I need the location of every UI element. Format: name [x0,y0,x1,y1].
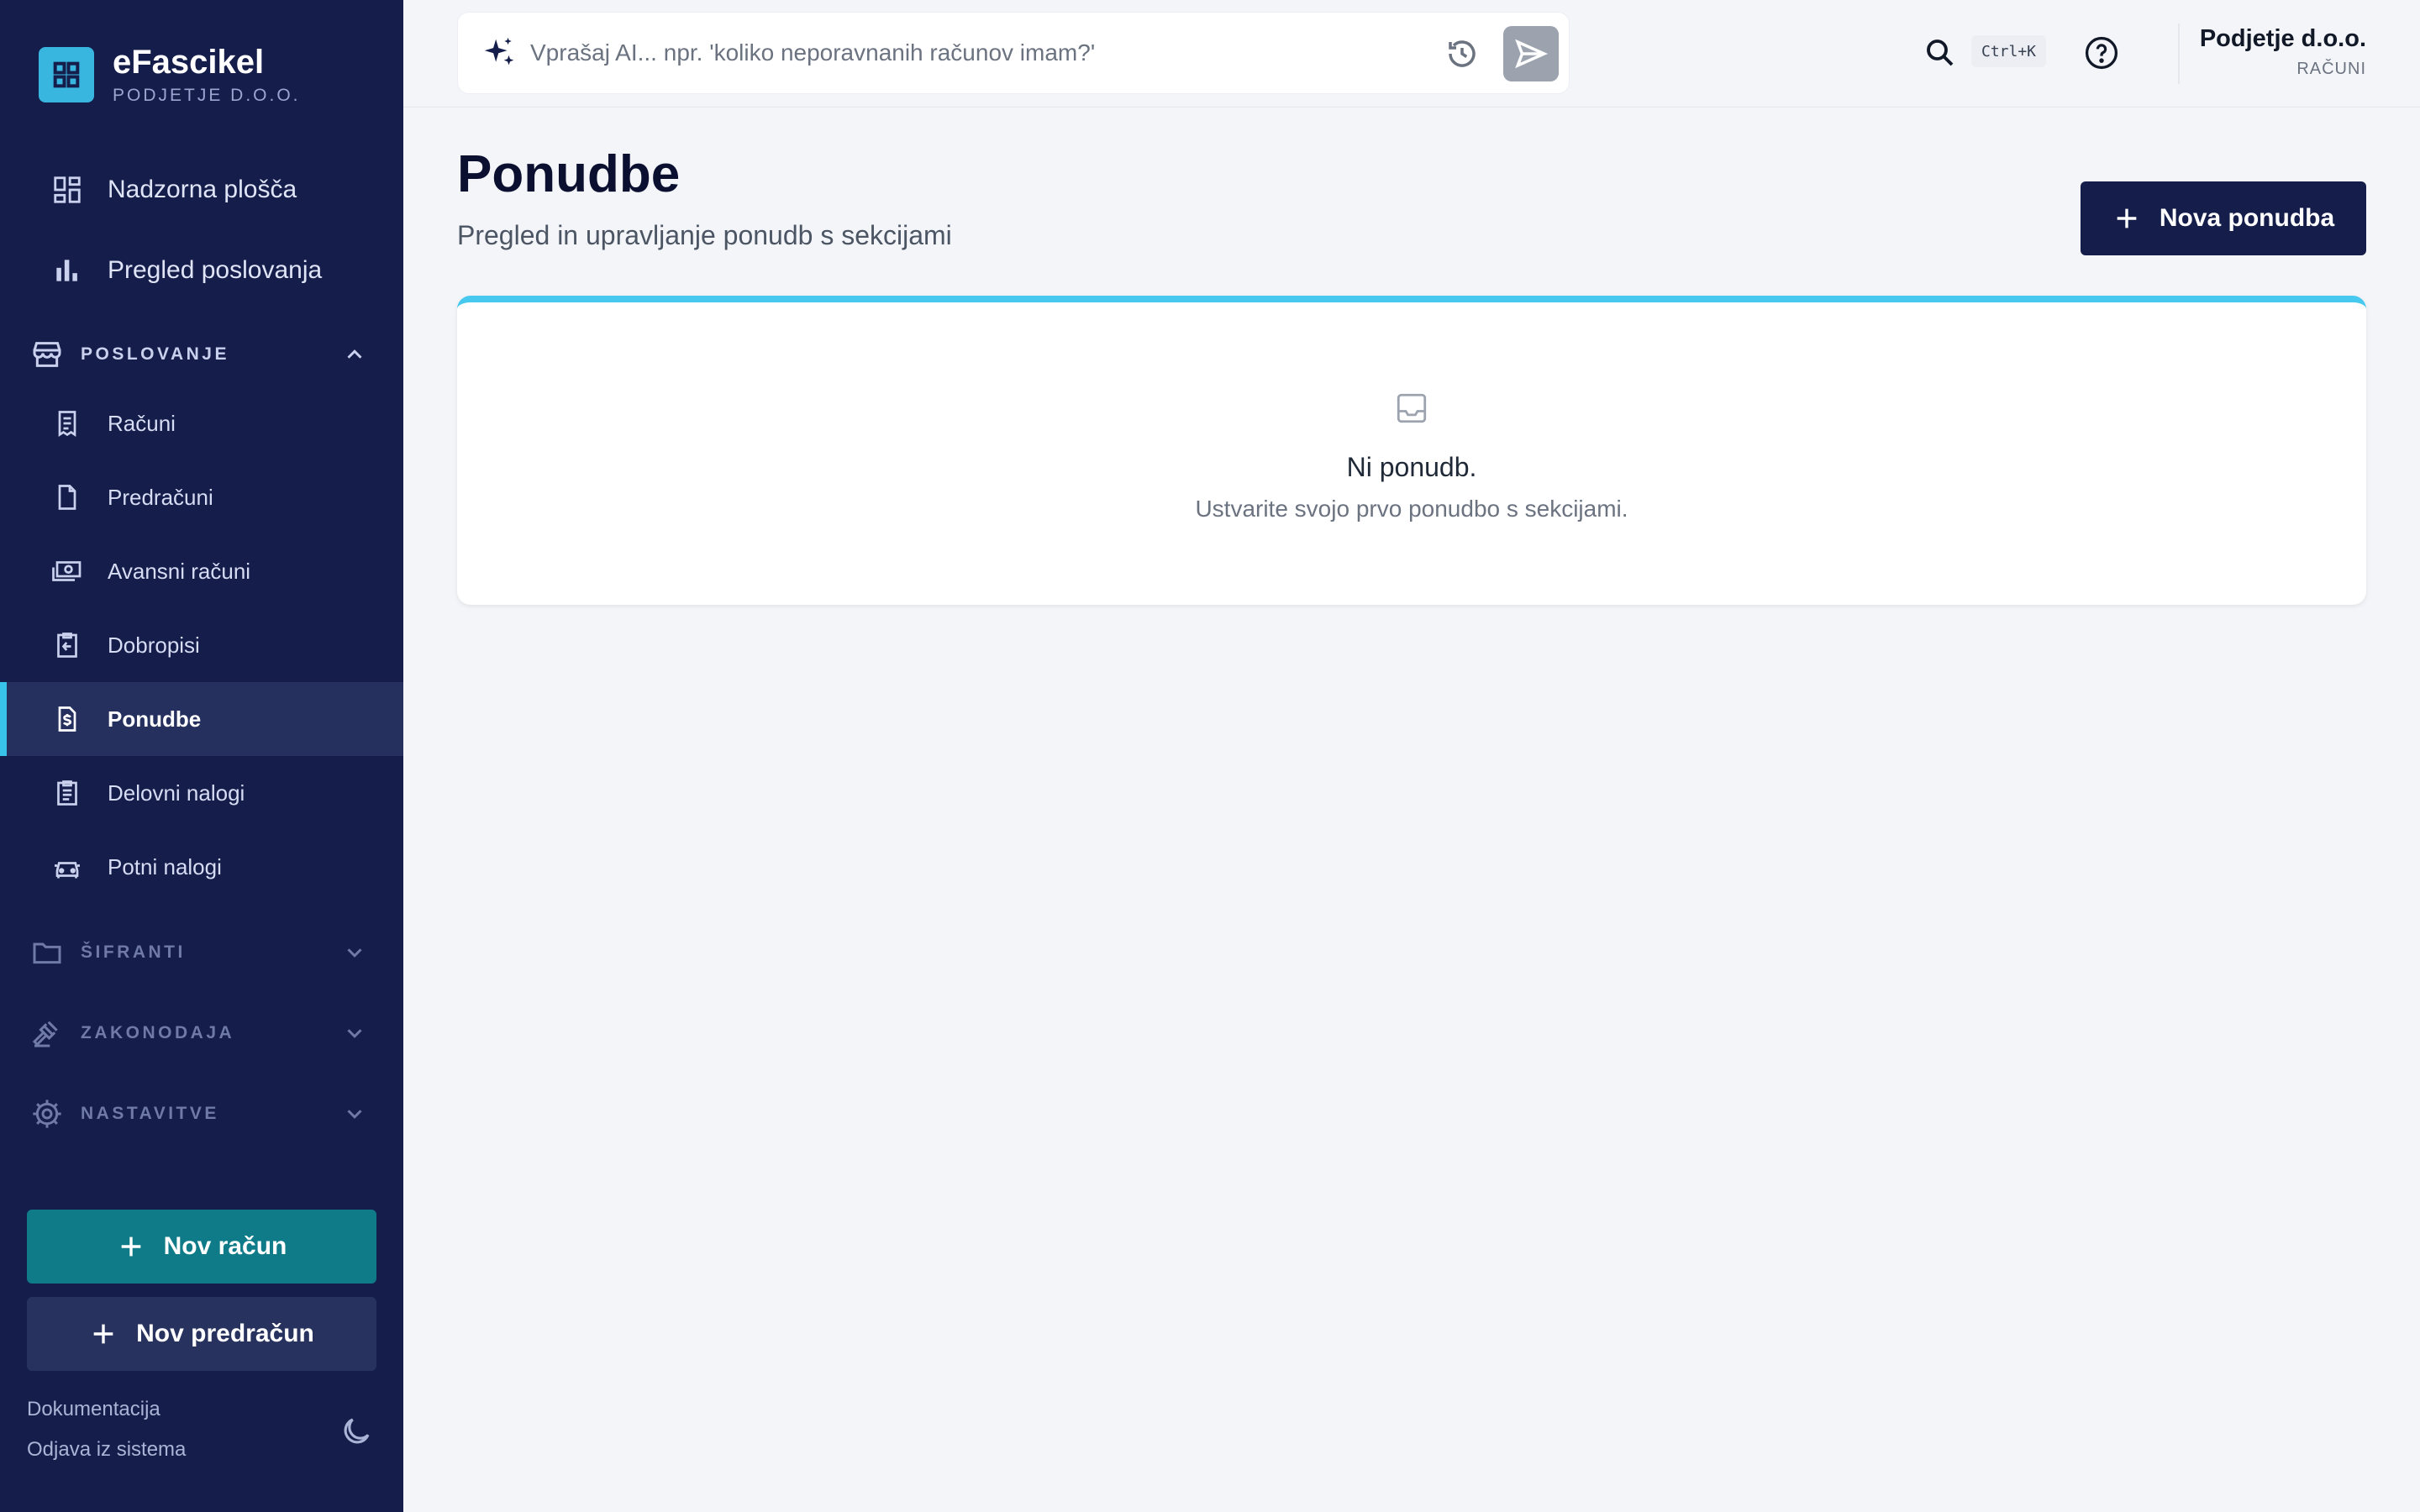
nav-item-dashboard[interactable]: Nadzorna plošča [0,150,403,230]
plus-icon [89,1320,118,1348]
empty-state-card: Ni ponudb. Ustvarite svojo prvo ponudbo … [457,296,2366,605]
history-icon[interactable] [1441,33,1483,75]
clipboard-icon [50,776,84,810]
new-quote-button[interactable]: Nova ponudba [2081,181,2366,255]
logout-link[interactable]: Odjava iz sistema [27,1438,186,1462]
new-invoice-button[interactable]: Nov račun [27,1210,376,1284]
receipt-icon [50,407,84,440]
inbox-icon [1393,390,1430,427]
gavel-icon [29,1015,66,1052]
sidebar-item-dobropisi[interactable]: Dobropisi [0,608,403,682]
sidebar-item-avansni-racuni[interactable]: Avansni računi [0,534,403,608]
sidebar-item-label: Delovni nalogi [108,780,245,806]
section-zakonodaja[interactable]: ZAKONODAJA [0,1010,403,1057]
topbar-divider [2178,24,2180,84]
sidebar-item-predracuni[interactable]: Predračuni [0,460,403,534]
sidebar-item-label: Dobropisi [108,632,200,658]
nav-item-overview[interactable]: Pregled poslovanja [0,230,403,311]
company-section: RAČUNI [2296,60,2366,78]
car-icon [50,850,84,884]
page-subtitle: Pregled in upravljanje ponudb s sekcijam… [457,220,952,250]
send-button[interactable] [1503,26,1559,81]
ai-search-box[interactable] [457,12,1570,94]
section-label: NASTAVITVE [81,1104,219,1123]
quote-icon [50,702,84,736]
search-icon[interactable] [1919,32,1961,74]
dashboard-icon [50,173,84,207]
brand[interactable]: eFascikel PODJETJE D.O.O. [39,44,301,106]
nav-item-label: Pregled poslovanja [108,256,323,284]
page-title: Ponudbe [457,145,681,203]
dark-mode-toggle[interactable] [336,1413,376,1453]
plus-icon [2112,204,2141,233]
ai-query-input[interactable] [530,31,1421,75]
cash-icon [50,554,84,588]
sidebar-item-delovni-nalogi[interactable]: Delovni nalogi [0,756,403,830]
sidebar-item-label: Ponudbe [108,706,202,732]
chevron-down-icon [339,1099,370,1129]
button-label: Nov predračun [136,1320,314,1347]
section-nastavitve[interactable]: NASTAVITVE [0,1090,403,1137]
folder-icon [29,934,66,971]
plus-icon [117,1232,145,1261]
app-company: PODJETJE D.O.O. [113,86,301,105]
company-switcher[interactable]: Podjetje d.o.o. RAČUNI [2200,25,2366,79]
sparkles-icon [480,34,518,73]
sidebar-item-label: Potni nalogi [108,853,222,879]
nav-top: Nadzorna plošča Pregled poslovanja [0,150,403,311]
bar-chart-icon [50,254,84,287]
help-icon[interactable] [2079,30,2124,76]
chevron-up-icon [339,339,370,370]
section-poslovanje[interactable]: POSLOVANJE [0,331,403,378]
credit-note-icon [50,628,84,662]
poslovanje-list: Računi Predračuni Avansni računi Dobropi… [0,386,403,904]
sidebar-item-ponudbe[interactable]: Ponudbe [0,682,403,756]
section-label: POSLOVANJE [81,344,229,364]
new-proforma-button[interactable]: Nov predračun [27,1297,376,1371]
topbar: Ctrl+K Podjetje d.o.o. RAČUNI [403,0,2420,108]
moon-icon [339,1414,374,1453]
empty-state-title: Ni ponudb. [1346,452,1477,482]
chevron-down-icon [339,1018,370,1048]
button-label: Nov račun [163,1232,287,1260]
button-label: Nova ponudba [2159,204,2335,232]
app-logo-icon [39,47,94,102]
document-icon [50,480,84,514]
sidebar-item-label: Predračuni [108,484,213,510]
sidebar: eFascikel PODJETJE D.O.O. Nadzorna plošč… [0,0,403,1512]
store-icon [29,336,66,373]
sidebar-item-potni-nalogi[interactable]: Potni nalogi [0,830,403,904]
sidebar-item-racuni[interactable]: Računi [0,386,403,460]
company-name: Podjetje d.o.o. [2199,25,2366,52]
chevron-down-icon [339,937,370,968]
section-label: ZAKONODAJA [81,1023,235,1042]
section-label: ŠIFRANTI [81,942,186,962]
gear-icon [29,1095,66,1132]
sidebar-item-label: Računi [108,410,176,436]
app-name: eFascikel [113,44,265,81]
documentation-link[interactable]: Dokumentacija [27,1398,160,1421]
nav-item-label: Nadzorna plošča [108,176,297,203]
shortcut-hint: Ctrl+K [1971,35,2047,67]
sidebar-item-label: Avansni računi [108,558,251,584]
empty-state-subtitle: Ustvarite svojo prvo ponudbo s sekcijami… [1195,496,1628,522]
section-sifranti[interactable]: ŠIFRANTI [0,929,403,976]
